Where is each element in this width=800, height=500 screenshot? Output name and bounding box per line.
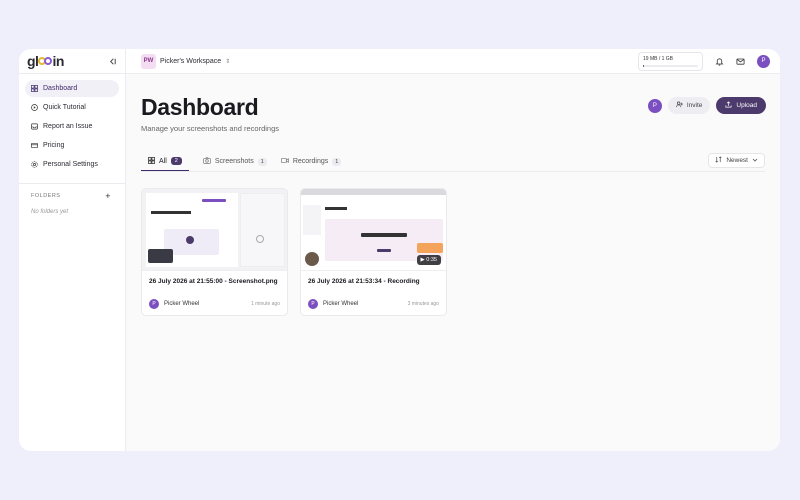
invite-label: Invite — [686, 102, 703, 109]
play-circle-icon — [31, 104, 38, 111]
header-actions: P Invite Upload — [647, 97, 766, 114]
mail-icon[interactable] — [736, 57, 745, 66]
sort-icon — [715, 156, 722, 165]
owner-name: Picker Wheel — [164, 301, 200, 307]
webcam-bubble — [304, 251, 320, 267]
storage-bar-fill — [643, 64, 645, 67]
card-owner: P Picker Wheel — [308, 299, 358, 309]
user-avatar[interactable]: P — [757, 54, 770, 68]
folders-header: FOLDERS + — [19, 184, 125, 201]
topbar-right: 19 MB / 1 GB P — [638, 51, 770, 71]
sidebar-item-label: Report an Issue — [43, 123, 93, 130]
logo[interactable]: gl in — [27, 53, 64, 69]
workspace-switcher[interactable]: PW Picker's Workspace ⇕ — [141, 53, 231, 69]
add-user-icon — [675, 101, 683, 110]
sidebar: gl in Dashboard Quick Tutorial Report an … — [19, 49, 126, 451]
card-title: 26 July 2026 at 21:55:00 - Screenshot.pn… — [149, 278, 278, 285]
storage-label: 19 MB / 1 GB — [643, 55, 674, 62]
card-owner: P Picker Wheel — [149, 299, 199, 309]
topbar: PW Picker's Workspace ⇕ 19 MB / 1 GB P — [126, 49, 780, 74]
sort-dropdown[interactable]: Newest — [708, 153, 765, 168]
invite-button[interactable]: Invite — [667, 97, 711, 114]
sidebar-item-personal-settings[interactable]: Personal Settings — [25, 156, 119, 173]
tab-count: 1 — [332, 157, 342, 166]
page-subtitle: Manage your screenshots and recordings — [141, 124, 279, 133]
tab-count: 1 — [257, 157, 267, 166]
tab-all[interactable]: All 2 — [141, 156, 189, 171]
card-timestamp: 3 minutes ago — [407, 301, 439, 307]
storage-bar — [643, 64, 698, 67]
sidebar-item-quick-tutorial[interactable]: Quick Tutorial — [25, 99, 119, 116]
folders-label: FOLDERS — [31, 193, 61, 199]
logo-row: gl in — [19, 49, 125, 74]
sidebar-item-label: Quick Tutorial — [43, 104, 86, 111]
inbox-icon — [31, 123, 38, 130]
screenshot-thumbnail[interactable] — [142, 189, 287, 271]
filter-row: All 2 Screenshots 1 Recordings 1 Newest — [141, 153, 765, 172]
bell-icon[interactable] — [715, 57, 724, 66]
tab-recordings[interactable]: Recordings 1 — [280, 156, 342, 171]
chevron-up-down-icon: ⇕ — [225, 58, 231, 65]
tab-label: All — [159, 157, 167, 165]
card-timestamp: 1 minute ago — [251, 301, 280, 307]
sidebar-item-label: Personal Settings — [43, 161, 98, 168]
chevron-down-icon — [752, 157, 758, 165]
main-area: PW Picker's Workspace ⇕ 19 MB / 1 GB P D… — [126, 49, 780, 451]
collapse-sidebar-icon[interactable] — [107, 56, 117, 66]
gear-icon — [31, 161, 38, 168]
tab-screenshots[interactable]: Screenshots 1 — [202, 156, 267, 171]
tab-count: 2 — [170, 157, 182, 165]
upload-icon — [725, 101, 732, 110]
app-window: gl in Dashboard Quick Tutorial Report an … — [19, 49, 780, 451]
video-duration: ▶ 0:35 — [416, 255, 441, 265]
workspace-avatar: PW — [141, 53, 156, 69]
media-grid: 26 July 2026 at 21:55:00 - Screenshot.pn… — [141, 188, 765, 316]
add-folder-button[interactable]: + — [105, 191, 111, 201]
media-card-recording[interactable]: ▶ 0:35 26 July 2026 at 21:53:34 - Record… — [300, 188, 447, 316]
owner-avatar: P — [308, 299, 318, 309]
sidebar-item-label: Dashboard — [43, 85, 78, 92]
workspace-name: Picker's Workspace — [160, 57, 222, 65]
tab-label: Screenshots — [214, 158, 254, 165]
owner-avatar: P — [149, 299, 159, 309]
tab-label: Recordings — [292, 158, 329, 165]
card-footer: P Picker Wheel 1 minute ago — [149, 299, 280, 309]
sidebar-item-pricing[interactable]: Pricing — [25, 137, 119, 154]
credit-card-icon — [31, 142, 38, 149]
camera-icon — [202, 157, 211, 166]
sort-label: Newest — [726, 157, 748, 164]
upload-button[interactable]: Upload — [716, 97, 766, 114]
sidebar-nav: Dashboard Quick Tutorial Report an Issue… — [19, 74, 125, 173]
upload-label: Upload — [736, 102, 757, 109]
card-title: 26 July 2026 at 21:53:34 - Recording — [308, 278, 420, 285]
owner-name: Picker Wheel — [323, 301, 359, 307]
filter-tabs: All 2 Screenshots 1 Recordings 1 — [141, 156, 342, 172]
dashboard-content: Dashboard Manage your screenshots and re… — [126, 74, 780, 451]
video-icon — [280, 157, 289, 166]
member-avatar[interactable]: P — [647, 98, 662, 113]
sidebar-item-dashboard[interactable]: Dashboard — [25, 80, 119, 97]
sidebar-item-label: Pricing — [43, 142, 65, 149]
sidebar-item-report-issue[interactable]: Report an Issue — [25, 118, 119, 135]
card-footer: P Picker Wheel 3 minutes ago — [308, 299, 439, 309]
grid-icon — [31, 85, 38, 92]
grid-icon — [148, 156, 155, 166]
storage-usage[interactable]: 19 MB / 1 GB — [638, 51, 703, 71]
media-card-screenshot[interactable]: 26 July 2026 at 21:55:00 - Screenshot.pn… — [141, 188, 288, 316]
recording-thumbnail[interactable]: ▶ 0:35 — [301, 189, 446, 271]
no-folders-text: No folders yet — [31, 209, 69, 215]
